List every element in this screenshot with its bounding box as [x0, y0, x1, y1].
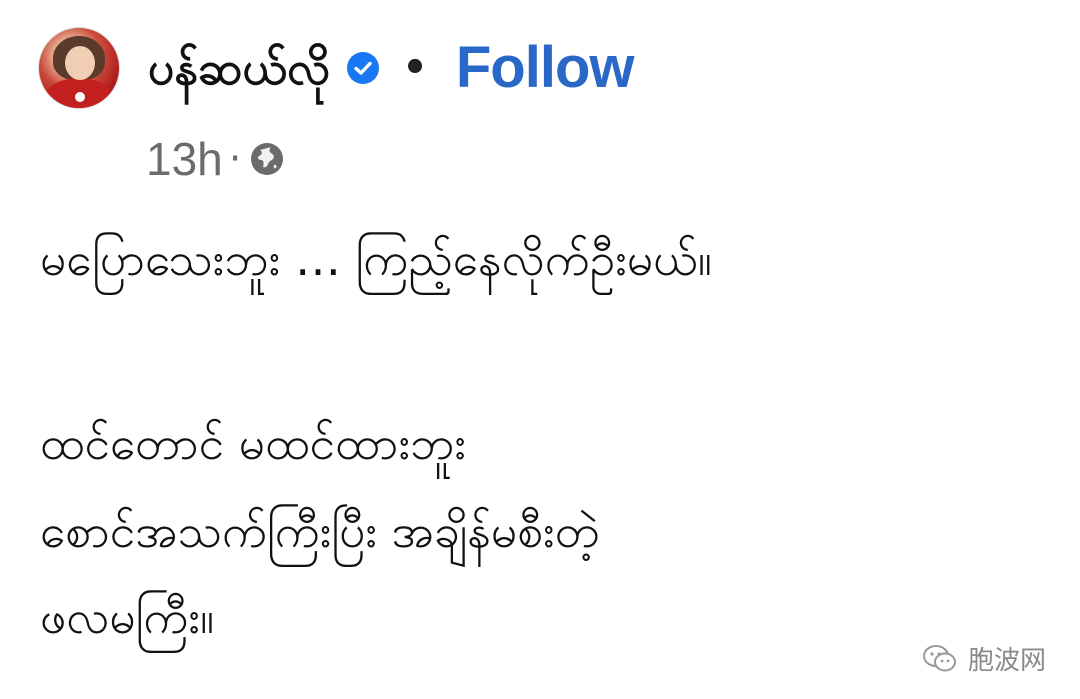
post-timestamp[interactable]: 13h [146, 136, 223, 182]
meta-separator: · [228, 136, 242, 182]
post-text-line-3: စောင်အသက်ကြီးပြီး အချိန်မစီးတဲ့ [40, 504, 600, 558]
post-text-line-2: ထင်တောင် မထင်ထားဘူး [40, 416, 467, 470]
globe-icon[interactable] [249, 141, 285, 177]
header-separator: • [402, 45, 428, 91]
wechat-logo-icon [922, 644, 956, 671]
post-header: ပန်ဆယ်လို • Follow [38, 18, 635, 118]
follow-button[interactable]: Follow [456, 39, 635, 97]
watermark-text: 胞波网 [967, 646, 1046, 676]
post-text-line-4: ဖလမကြီး။ [40, 590, 215, 644]
author-name[interactable]: ပန်ဆယ်လို [148, 45, 330, 91]
verified-badge-icon [347, 52, 380, 84]
post-text-line-1: မပြောသေးဘူး … ကြည့်နေလိုက်ဦးမယ်။ [40, 232, 712, 286]
post-meta: 13h · [146, 136, 285, 182]
facebook-post: ပန်ဆယ်လို • Follow 13h · မပြောသေးဘူး … က… [0, 0, 1080, 699]
author-avatar[interactable] [38, 27, 120, 109]
watermark: 胞波网 [922, 640, 1046, 677]
